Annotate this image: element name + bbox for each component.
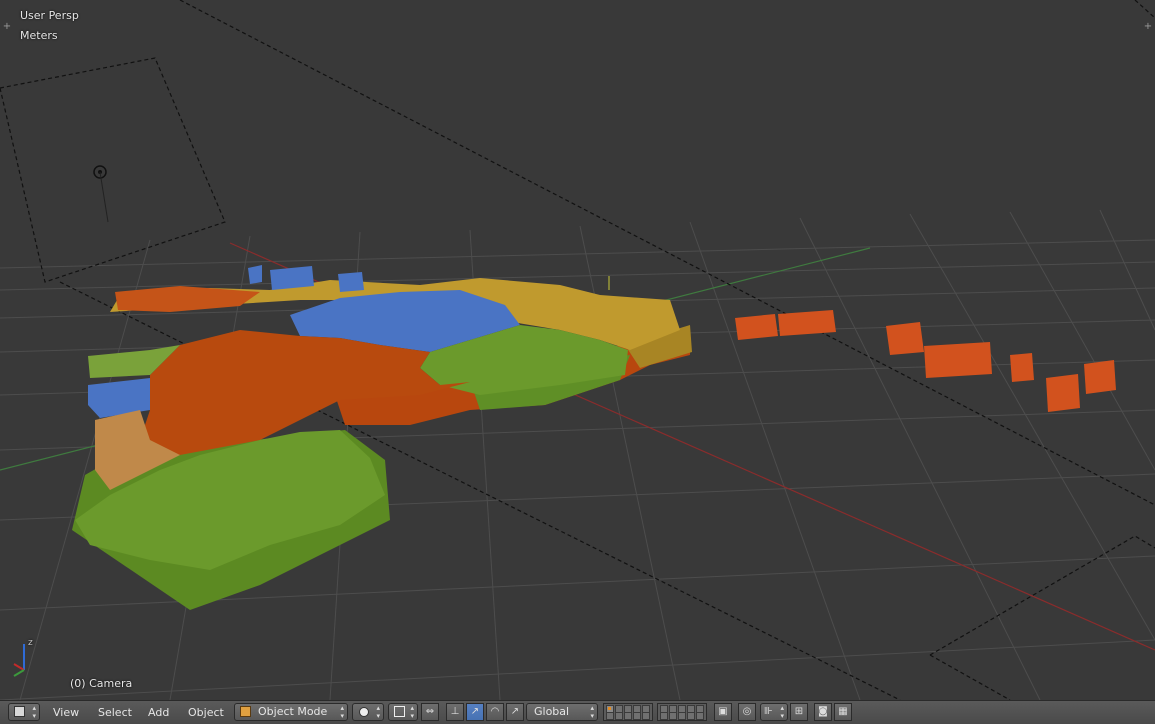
object-mode-icon — [240, 706, 251, 717]
viewport-corner-left[interactable]: + — [2, 22, 12, 32]
rotate-manipulator-icon[interactable]: ◠ — [486, 703, 504, 721]
scale-manipulator-icon[interactable]: ↗ — [506, 703, 524, 721]
pivot-point-selector[interactable]: ▴ ▾ — [388, 703, 418, 721]
islands-east[interactable] — [735, 310, 1116, 412]
viewport-shading-selector[interactable]: ▴ ▾ — [352, 703, 384, 721]
lock-camera-layers-icon[interactable]: ▣ — [714, 703, 732, 721]
menu-object[interactable]: Object — [188, 704, 224, 722]
view-name-label: User Persp — [20, 9, 79, 22]
camera-origin — [93, 165, 109, 223]
chevron-updown-icon: ▴ ▾ — [780, 704, 784, 720]
menu-select[interactable]: Select — [98, 704, 132, 722]
manipulate-center-points-icon[interactable]: ⇔ — [421, 703, 439, 721]
chevron-updown-icon: ▴ ▾ — [340, 704, 344, 720]
axis-gizmo — [13, 644, 25, 677]
viewport-header: ▴ ▾ View Select Add Object Object Mode ▴ ▾… — [0, 700, 1155, 724]
snap-element-selector[interactable]: ⊪ ▴ ▾ — [760, 703, 788, 721]
menu-view[interactable]: View — [53, 704, 79, 722]
units-label: Meters — [20, 29, 58, 42]
cube-icon — [14, 706, 25, 717]
editor-type-selector[interactable]: ▴ ▾ — [8, 703, 40, 721]
region-blue-west — [88, 378, 150, 418]
chevron-updown-icon: ▴ ▾ — [32, 704, 36, 720]
translate-manipulator-icon[interactable]: ↗ — [466, 703, 484, 721]
transform-orientation-selector[interactable]: Global ▴ ▾ — [526, 703, 598, 721]
chevron-updown-icon: ▴ ▾ — [376, 704, 380, 720]
mode-label: Object Mode — [258, 705, 328, 718]
manipulator-toggle-icon[interactable]: ⊥ — [446, 703, 464, 721]
render-opengl-image-icon[interactable]: ◙ — [814, 703, 832, 721]
chevron-updown-icon: ▴ ▾ — [590, 704, 594, 720]
map-mesh[interactable] — [72, 278, 692, 610]
snap-icon: ⊪ — [764, 706, 773, 717]
layers-group-1[interactable] — [603, 703, 653, 721]
active-object-label: (0) Camera — [70, 677, 133, 690]
shading-solid-icon — [359, 707, 369, 717]
layers-group-2[interactable] — [657, 703, 707, 721]
mode-selector[interactable]: Object Mode ▴ ▾ — [234, 703, 348, 721]
render-opengl-animation-icon[interactable]: ▦ — [834, 703, 852, 721]
viewport-corner-right[interactable]: + — [1143, 22, 1153, 32]
menu-add[interactable]: Add — [148, 704, 169, 722]
orientation-label: Global — [534, 705, 570, 718]
3d-viewport[interactable]: User Persp Meters (0) Camera z + + — [0, 0, 1155, 700]
pivot-icon — [394, 706, 405, 717]
scene-canvas[interactable] — [0, 0, 1155, 700]
chevron-updown-icon: ▴ ▾ — [410, 704, 414, 720]
gizmo-z-label: z — [28, 638, 33, 648]
snap-target-icon[interactable]: ⊞ — [790, 703, 808, 721]
proportional-editing-icon[interactable]: ◎ — [738, 703, 756, 721]
